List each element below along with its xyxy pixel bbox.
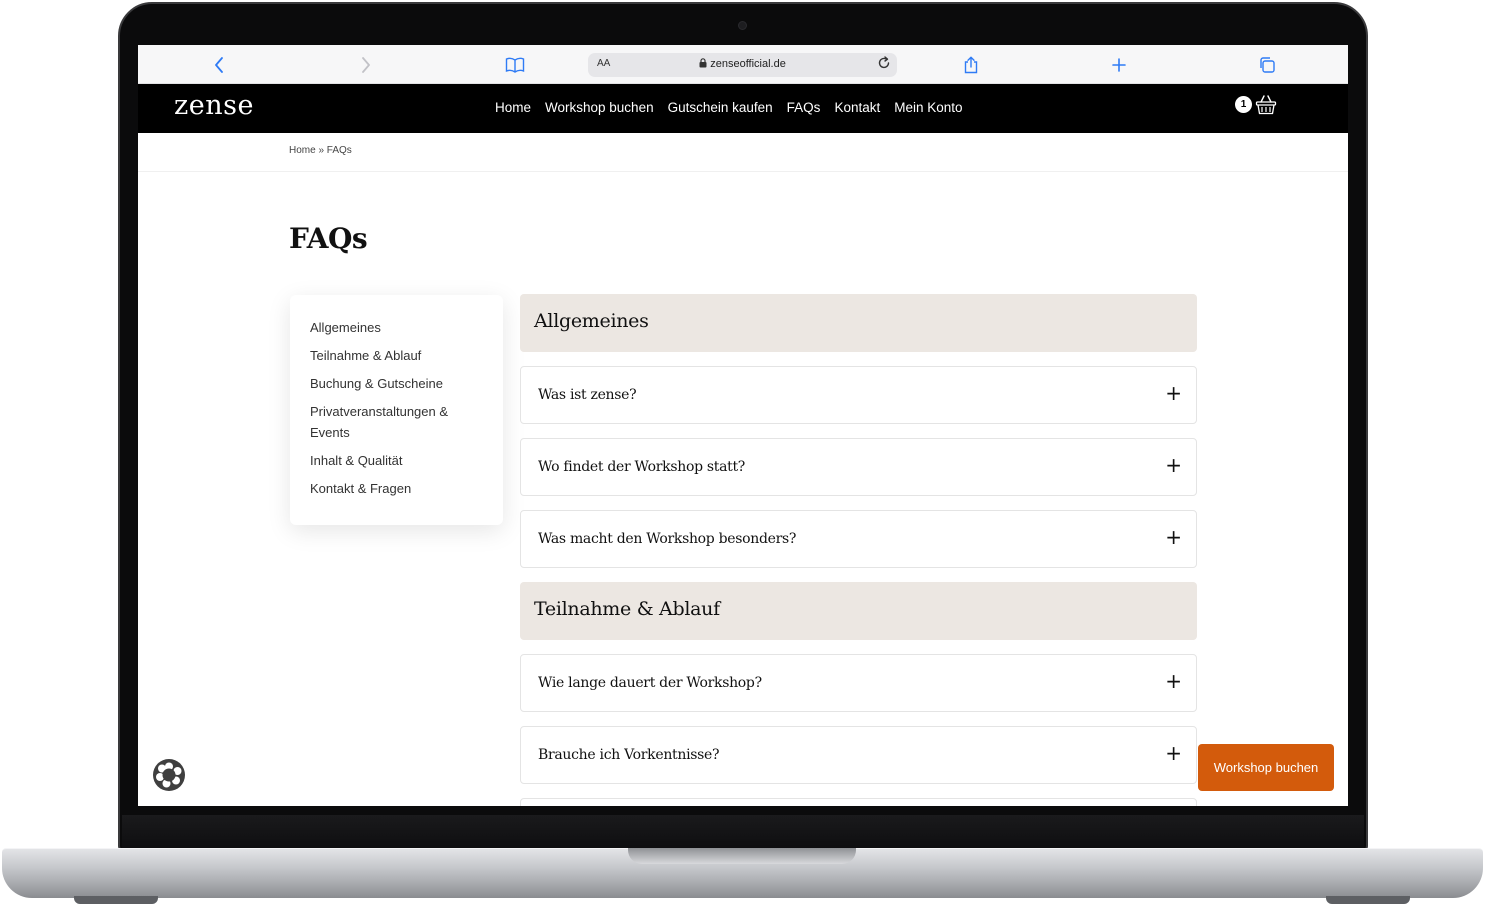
camera bbox=[738, 21, 747, 30]
plus-icon[interactable]: + bbox=[1165, 453, 1182, 477]
category-header-allgemeines: Allgemeines bbox=[520, 294, 1197, 352]
address-bar[interactable]: AA zenseofficial.de bbox=[588, 53, 897, 77]
category-header-teilnahme-ablauf: Teilnahme & Ablauf bbox=[520, 582, 1197, 640]
site-header: zense Home Workshop buchen Gutschein kau… bbox=[138, 84, 1348, 133]
faq-question: Wo findet der Workshop statt? bbox=[538, 459, 746, 475]
faq-item[interactable]: Wie lange dauert der Workshop? + bbox=[520, 654, 1197, 712]
plus-icon[interactable]: + bbox=[1165, 525, 1182, 549]
nav-mein-konto[interactable]: Mein Konto bbox=[894, 100, 962, 115]
cart-button[interactable]: 1 bbox=[1235, 95, 1281, 119]
breadcrumb-bar: Home » FAQs bbox=[138, 133, 1348, 172]
sidebar-item-inhalt-qualitaet[interactable]: Inhalt & Qualität bbox=[310, 450, 483, 471]
faq-question: Brauche ich Vorkentnisse? bbox=[538, 747, 720, 763]
bezel-bottom bbox=[122, 815, 1364, 849]
faq-category-sidebar: Allgemeines Teilnahme & Ablauf Buchung &… bbox=[290, 295, 503, 525]
faq-list: Allgemeines Was ist zense? + Wo findet d… bbox=[520, 294, 1197, 806]
faq-item[interactable]: Was ist zense? + bbox=[520, 366, 1197, 424]
sidebar-item-buchung-gutscheine[interactable]: Buchung & Gutscheine bbox=[310, 373, 483, 394]
faq-question: Was macht den Workshop besonders? bbox=[538, 531, 797, 547]
laptop-foot-left bbox=[74, 896, 158, 904]
nav-kontakt[interactable]: Kontakt bbox=[834, 100, 880, 115]
cart-count-badge: 1 bbox=[1235, 96, 1252, 113]
bookmarks-icon[interactable] bbox=[504, 54, 526, 76]
browser-toolbar: AA zenseofficial.de bbox=[138, 45, 1348, 84]
nav-workshop-buchen[interactable]: Workshop buchen bbox=[545, 100, 654, 115]
cookie-settings-icon[interactable] bbox=[152, 758, 186, 792]
laptop-foot-right bbox=[1326, 896, 1410, 904]
new-tab-icon[interactable] bbox=[1108, 54, 1130, 76]
laptop-notch bbox=[628, 848, 856, 864]
faq-item[interactable]: Wo findet der Workshop statt? + bbox=[520, 438, 1197, 496]
breadcrumb[interactable]: Home » FAQs bbox=[289, 145, 352, 156]
faq-item[interactable]: Was macht den Workshop besonders? + bbox=[520, 510, 1197, 568]
site-logo[interactable]: zense bbox=[174, 90, 254, 121]
tabs-icon[interactable] bbox=[1256, 54, 1278, 76]
plus-icon[interactable]: + bbox=[1165, 741, 1182, 765]
faq-item-partial[interactable] bbox=[520, 798, 1197, 806]
plus-icon[interactable]: + bbox=[1165, 669, 1182, 693]
sidebar-item-allgemeines[interactable]: Allgemeines bbox=[310, 317, 483, 338]
reload-icon[interactable] bbox=[877, 56, 891, 74]
faq-question: Was ist zense? bbox=[538, 387, 637, 403]
workshop-buchen-button[interactable]: Workshop buchen bbox=[1198, 744, 1334, 791]
back-icon[interactable] bbox=[208, 54, 230, 76]
plus-icon[interactable]: + bbox=[1165, 381, 1182, 405]
sidebar-item-teilnahme-ablauf[interactable]: Teilnahme & Ablauf bbox=[310, 345, 483, 366]
basket-icon bbox=[1255, 94, 1277, 120]
share-icon[interactable] bbox=[960, 54, 982, 76]
main-nav: Home Workshop buchen Gutschein kaufen FA… bbox=[495, 100, 977, 115]
screen: AA zenseofficial.de zense Home Workshop bbox=[138, 45, 1348, 806]
sidebar-item-kontakt-fragen[interactable]: Kontakt & Fragen bbox=[310, 478, 483, 499]
nav-gutschein-kaufen[interactable]: Gutschein kaufen bbox=[668, 100, 773, 115]
nav-faqs[interactable]: FAQs bbox=[787, 100, 821, 115]
faq-item[interactable]: Brauche ich Vorkentnisse? + bbox=[520, 726, 1197, 784]
lock-icon bbox=[699, 58, 710, 70]
url-text: zenseofficial.de bbox=[710, 58, 786, 70]
sidebar-item-privatveranstaltungen[interactable]: Privatveranstaltungen & Events bbox=[310, 401, 475, 443]
nav-home[interactable]: Home bbox=[495, 100, 531, 115]
page-title: FAQs bbox=[289, 222, 368, 255]
forward-icon[interactable] bbox=[355, 54, 377, 76]
faq-question: Wie lange dauert der Workshop? bbox=[538, 675, 762, 691]
